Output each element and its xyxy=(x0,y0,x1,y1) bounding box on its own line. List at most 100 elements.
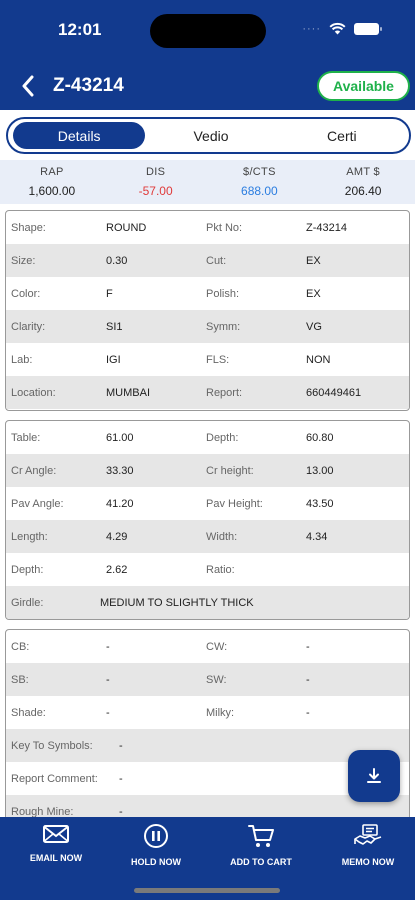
field-label: Shade: xyxy=(11,706,46,719)
field-label: Clarity: xyxy=(11,320,46,333)
detail-row: Color: F Polish: EX xyxy=(6,277,409,310)
nav-label: MEMO NOW xyxy=(341,857,395,867)
field-value: - xyxy=(119,805,123,818)
status-icons: ···· xyxy=(302,22,382,35)
field-label: Cr Angle: xyxy=(11,464,57,477)
nav-label: EMAIL NOW xyxy=(29,853,83,863)
field-label: Length: xyxy=(11,530,48,543)
field-value: MUMBAI xyxy=(106,386,150,399)
detail-row: Girdle: MEDIUM TO SLIGHTLY THICK xyxy=(6,586,409,619)
price-rap: RAP 1,600.00 xyxy=(0,160,104,204)
field-value: - xyxy=(306,673,310,686)
email-now-button[interactable]: EMAIL NOW xyxy=(16,823,96,863)
signal-dots-icon: ···· xyxy=(302,22,321,35)
field-value: ROUND xyxy=(106,221,147,234)
detail-row: Location: MUMBAI Report: 660449461 xyxy=(6,376,409,409)
field-value: 61.00 xyxy=(106,431,134,444)
field-label: Lab: xyxy=(11,353,33,366)
field-value: 13.00 xyxy=(306,464,334,477)
price-label: $/CTS xyxy=(243,166,276,178)
price-summary: RAP 1,600.00 DIS -57.00 $/CTS 688.00 AMT… xyxy=(0,160,415,204)
tab-certi[interactable]: Certi xyxy=(277,122,407,149)
handshake-memo-icon xyxy=(354,824,382,845)
field-label: Report Comment: xyxy=(11,772,98,785)
field-label: Table: xyxy=(11,431,41,444)
tab-bar: Details Vedio Certi xyxy=(6,117,411,154)
availability-badge[interactable]: Available xyxy=(317,71,410,101)
nav-label: ADD TO CART xyxy=(230,857,292,867)
price-value: 206.40 xyxy=(344,184,382,198)
field-value: MEDIUM TO SLIGHTLY THICK xyxy=(100,596,254,609)
detail-row: Lab: IGI FLS: NON xyxy=(6,343,409,376)
field-label: SW: xyxy=(206,673,227,686)
field-label: Cut: xyxy=(206,254,227,267)
detail-row: Length: 4.29 Width: 4.34 xyxy=(6,520,409,553)
field-label: Shape: xyxy=(11,221,46,234)
field-value: NON xyxy=(306,353,331,366)
field-label: Size: xyxy=(11,254,36,267)
field-value: 4.34 xyxy=(306,530,328,543)
back-button[interactable] xyxy=(14,72,42,100)
detail-row: Clarity: SI1 Symm: VG xyxy=(6,310,409,343)
price-amount: AMT $ 206.40 xyxy=(311,160,415,204)
tab-details[interactable]: Details xyxy=(13,122,146,149)
detail-row: Table: 61.00 Depth: 60.80 xyxy=(6,421,409,454)
field-label: Symm: xyxy=(206,320,241,333)
field-value: 4.29 xyxy=(106,530,128,543)
field-label: Milky: xyxy=(206,706,235,719)
basic-details-card: Shape: ROUND Pkt No: Z-43214 Size: 0.30 … xyxy=(5,210,410,411)
battery-icon xyxy=(354,22,382,35)
field-value: EX xyxy=(306,287,321,300)
field-value: - xyxy=(306,640,310,653)
field-value: SI1 xyxy=(106,320,123,333)
price-per-carat: $/CTS 688.00 xyxy=(208,160,312,204)
top-header: 12:01 ···· Z-43214 Available xyxy=(0,0,415,110)
field-label: SB: xyxy=(11,673,29,686)
field-value: F xyxy=(106,287,113,300)
add-to-cart-button[interactable]: ADD TO CART xyxy=(221,823,301,867)
download-icon xyxy=(367,768,381,783)
field-label: Depth: xyxy=(206,431,239,444)
memo-now-button[interactable]: MEMO NOW xyxy=(328,823,408,867)
inclusion-card: CB: - CW: - SB: - SW: - Shade: - Milky: … xyxy=(5,629,410,829)
price-value: 688.00 xyxy=(241,184,278,198)
field-label: CB: xyxy=(11,640,30,653)
field-label: CW: xyxy=(206,640,228,653)
measurements-card: Table: 61.00 Depth: 60.80 Cr Angle: 33.3… xyxy=(5,420,410,620)
wifi-icon xyxy=(329,22,346,35)
detail-row: Pav Angle: 41.20 Pav Height: 43.50 xyxy=(6,487,409,520)
hold-now-button[interactable]: HOLD NOW xyxy=(116,823,196,867)
price-label: RAP xyxy=(40,166,64,178)
field-value: VG xyxy=(306,320,322,333)
field-value[interactable]: 660449461 xyxy=(306,387,406,399)
field-label: Pkt No: xyxy=(206,221,243,234)
status-time: 12:01 xyxy=(58,20,102,39)
detail-row: SB: - SW: - xyxy=(6,663,409,696)
download-button[interactable] xyxy=(348,750,400,802)
field-value: EX xyxy=(306,254,321,267)
dynamic-island xyxy=(150,14,266,48)
page-title: Z-43214 xyxy=(53,75,124,96)
detail-row: Shade: - Milky: - xyxy=(6,696,409,729)
field-value: 33.30 xyxy=(106,464,134,477)
field-value: Z-43214 xyxy=(306,221,347,234)
price-dis: DIS -57.00 xyxy=(104,160,208,204)
nav-label: HOLD NOW xyxy=(131,857,181,867)
field-value: 41.20 xyxy=(106,497,134,510)
field-label: Polish: xyxy=(206,287,240,300)
tab-video[interactable]: Vedio xyxy=(145,122,276,149)
field-value: - xyxy=(106,640,110,653)
field-value: 43.50 xyxy=(306,497,334,510)
price-value: 1,600.00 xyxy=(28,184,76,198)
field-label: FLS: xyxy=(206,353,230,366)
home-indicator[interactable] xyxy=(134,888,280,893)
field-value: IGI xyxy=(106,353,121,366)
field-label: Ratio: xyxy=(206,563,235,576)
chevron-left-icon xyxy=(22,75,34,97)
field-label: Girdle: xyxy=(11,596,44,609)
detail-row: CB: - CW: - xyxy=(6,630,409,663)
price-label: DIS xyxy=(146,166,166,178)
field-label: Pav Height: xyxy=(206,497,263,510)
field-label: Report: xyxy=(206,386,243,399)
price-label: AMT $ xyxy=(346,166,380,178)
